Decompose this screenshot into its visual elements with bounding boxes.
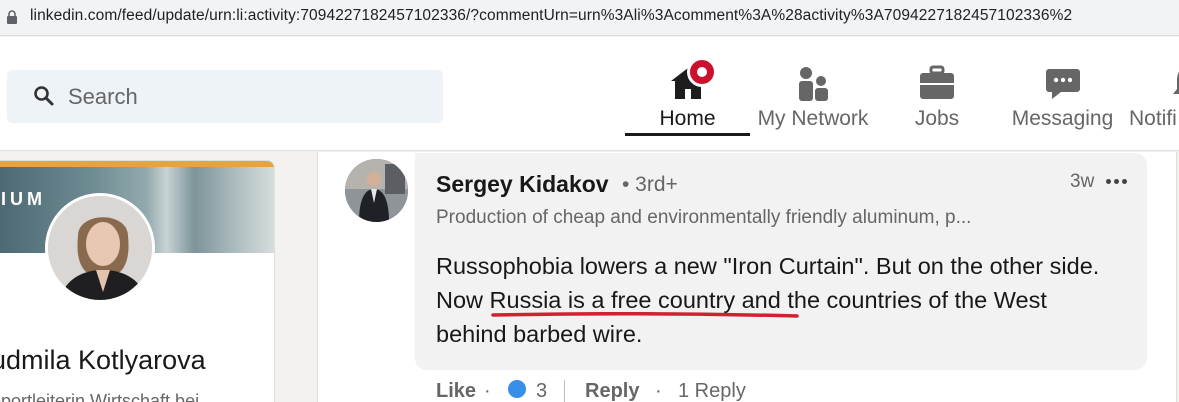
bell-icon xyxy=(1173,71,1179,94)
comment-text: Russophobia lowers a new "Iron Curtain".… xyxy=(436,253,1100,347)
reaction-count[interactable]: 3 xyxy=(536,380,547,402)
commenter-photo xyxy=(345,159,408,222)
profile-name[interactable]: udmila Kotlyarova xyxy=(0,345,206,376)
nav-jobs-label: Jobs xyxy=(914,107,960,130)
comment-timestamp: 3w xyxy=(1070,171,1095,192)
comment-author-name[interactable]: Sergey Kidakov xyxy=(436,171,609,198)
nav-notifications[interactable]: Notifi xyxy=(1125,57,1179,137)
like-reaction-icon[interactable] xyxy=(506,378,528,400)
nav-home-label: Home xyxy=(659,107,716,130)
top-nav: Search Home My Network Jobs Messaging No… xyxy=(0,37,1179,151)
connection-degree: • 3rd+ xyxy=(622,173,678,196)
separator-dot: · xyxy=(655,380,662,402)
briefcase-icon xyxy=(920,65,954,99)
profile-avatar[interactable] xyxy=(45,193,155,303)
reply-button[interactable]: Reply xyxy=(585,380,639,402)
comment-author-headline: Production of cheap and environmentally … xyxy=(436,207,972,228)
replies-link[interactable]: 1 Reply xyxy=(678,380,746,402)
lock-icon xyxy=(7,10,17,24)
profile-photo xyxy=(48,196,152,300)
nav-jobs[interactable]: Jobs xyxy=(877,57,997,137)
commenter-avatar[interactable] xyxy=(345,159,408,222)
nav-messaging[interactable]: Messaging xyxy=(1000,57,1125,137)
profile-title: eportleiterin Wirtschaft bei xyxy=(0,391,200,402)
nav-home[interactable]: Home xyxy=(625,57,750,137)
like-button[interactable]: Like xyxy=(436,380,476,402)
search-icon xyxy=(34,86,54,106)
premium-label: IUM xyxy=(1,189,46,209)
nav-my-network[interactable]: My Network xyxy=(750,57,876,137)
notification-badge xyxy=(687,57,717,87)
url-text[interactable]: linkedin.com/feed/update/urn:li:activity… xyxy=(30,7,1072,25)
more-options-icon[interactable] xyxy=(1106,170,1136,194)
search-input[interactable]: Search xyxy=(68,84,138,110)
browser-address-bar[interactable]: linkedin.com/feed/update/urn:li:activity… xyxy=(0,0,1179,36)
nav-active-underline xyxy=(625,133,750,136)
chat-bubble-icon xyxy=(1045,69,1080,99)
red-underline-annotation xyxy=(491,312,799,318)
nav-my-network-label: My Network xyxy=(757,107,869,130)
nav-notifications-label: Notifi xyxy=(1129,107,1177,130)
profile-card[interactable]: IUM udmila Kotlyarova eportleiterin Wirt… xyxy=(0,160,275,402)
divider xyxy=(564,380,565,402)
nav-messaging-label: Messaging xyxy=(1011,107,1114,130)
search-box[interactable]: Search xyxy=(7,70,443,123)
people-icon xyxy=(799,67,828,101)
separator-dot: · xyxy=(484,380,491,402)
